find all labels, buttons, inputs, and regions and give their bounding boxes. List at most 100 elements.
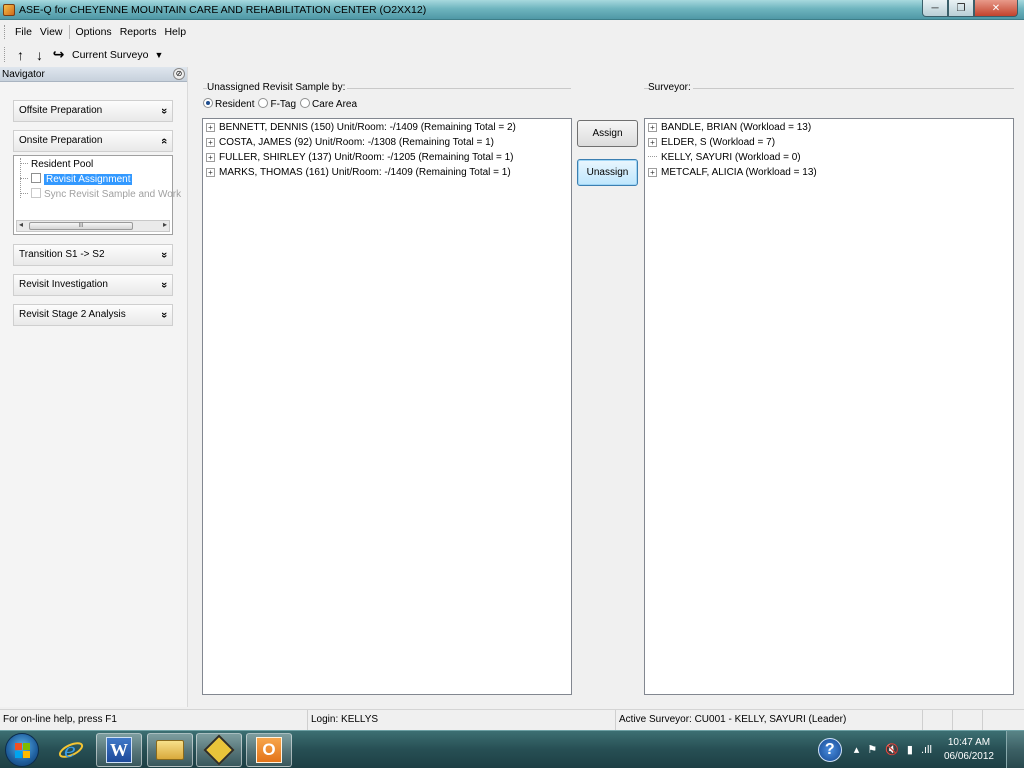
help-icon[interactable]: ? xyxy=(817,737,842,762)
explorer-icon[interactable] xyxy=(147,733,193,767)
scroll-thumb[interactable]: III xyxy=(29,222,133,230)
radio-resident[interactable] xyxy=(203,98,213,108)
expand-icon[interactable]: + xyxy=(206,138,215,147)
unassigned-residents-list[interactable]: + BENNETT, DENNIS (150) Unit/Room: -/1409… xyxy=(202,118,572,695)
network-icon[interactable]: .ıll xyxy=(921,744,932,756)
taskbar: e W O ? ▴ ⚑ 🔇 ▮ .ıll 10:47 AM 06/06/2012 xyxy=(0,730,1024,768)
list-item-label: MARKS, THOMAS (161) Unit/Room: -/1409 (R… xyxy=(219,167,511,178)
ase-icon[interactable] xyxy=(196,733,242,767)
up-arrow-icon[interactable]: ↑ xyxy=(11,45,30,64)
window-controls: ─ ❐ ✕ xyxy=(922,0,1018,17)
nav-section-onsite-preparation[interactable]: Onsite Preparation « xyxy=(13,130,173,152)
navigator-header: Navigator ⊘ xyxy=(0,67,187,82)
chevron-down-icon: » xyxy=(157,311,170,319)
scroll-right-icon[interactable]: ▸ xyxy=(163,220,167,229)
close-button[interactable]: ✕ xyxy=(974,0,1018,17)
tree-horizontal-scrollbar[interactable]: ◂ III ▸ xyxy=(16,220,170,232)
nav-section-offsite-preparation[interactable]: Offsite Preparation » xyxy=(13,100,173,122)
word-letter: W xyxy=(106,737,132,763)
radio-care-area[interactable] xyxy=(300,98,311,108)
minimize-button[interactable]: ─ xyxy=(922,0,948,17)
navigator-panel: Navigator ⊘ Offsite Preparation » Onsite… xyxy=(0,67,188,707)
expand-icon[interactable]: + xyxy=(206,168,215,177)
toolbar-grip xyxy=(4,47,7,62)
title-bar: ASE-Q for CHEYENNE MOUNTAIN CARE AND REH… xyxy=(0,0,1024,20)
sample-by-options: Resident F-Tag Care Area xyxy=(203,98,361,110)
menu-bar: File View Options Reports Help xyxy=(0,21,1024,42)
list-item[interactable]: + METCALF, ALICIA (Workload = 13) xyxy=(648,166,817,180)
ie-letter: e xyxy=(64,738,76,762)
nav-section-transition[interactable]: Transition S1 -> S2 » xyxy=(13,244,173,266)
expand-icon[interactable]: + xyxy=(648,138,657,147)
pin-icon[interactable]: ⊘ xyxy=(173,68,185,80)
menu-reports[interactable]: Reports xyxy=(116,24,161,40)
list-item[interactable]: KELLY, SAYURI (Workload = 0) xyxy=(648,151,801,165)
outlook-icon[interactable]: O xyxy=(246,733,292,767)
word-icon[interactable]: W xyxy=(96,733,142,767)
status-active-surveyor: Active Surveyor: CU001 - KELLY, SAYURI (… xyxy=(616,710,923,730)
menu-file[interactable]: File xyxy=(11,24,36,40)
tree-item-revisit-assignment[interactable]: Revisit Assignment xyxy=(20,173,133,187)
expand-icon[interactable]: + xyxy=(206,153,215,162)
list-item-label: FULLER, SHIRLEY (137) Unit/Room: -/1205 … xyxy=(219,152,514,163)
menu-options[interactable]: Options xyxy=(72,24,116,40)
list-item[interactable]: + COSTA, JAMES (92) Unit/Room: -/1308 (Re… xyxy=(206,136,494,150)
sync-revisit-checkbox[interactable] xyxy=(31,188,41,198)
power-icon[interactable]: ▮ xyxy=(907,743,913,756)
down-arrow-icon[interactable]: ↓ xyxy=(30,45,49,64)
radio-ftag[interactable] xyxy=(258,98,269,108)
current-surveyor-label[interactable]: Current Surveyo xyxy=(72,49,148,61)
nav-section-label: Offsite Preparation xyxy=(19,105,103,116)
show-desktop-button[interactable] xyxy=(1006,731,1024,768)
expand-icon[interactable]: + xyxy=(206,123,215,132)
radio-resident-option[interactable]: Resident xyxy=(203,98,254,110)
maximize-button[interactable]: ❐ xyxy=(948,0,974,17)
system-tray: ? ▴ ⚑ 🔇 ▮ .ıll 10:47 AM 06/06/2012 xyxy=(817,731,994,768)
scroll-left-icon[interactable]: ◂ xyxy=(19,220,23,229)
clock[interactable]: 10:47 AM 06/06/2012 xyxy=(944,736,994,764)
status-cell-empty xyxy=(923,710,953,730)
list-item[interactable]: + FULLER, SHIRLEY (137) Unit/Room: -/1205… xyxy=(206,151,513,165)
tray-expand-icon[interactable]: ▴ xyxy=(854,743,860,756)
nav-section-revisit-stage2[interactable]: Revisit Stage 2 Analysis » xyxy=(13,304,173,326)
menu-help[interactable]: Help xyxy=(160,24,190,40)
redo-icon[interactable]: ↪ xyxy=(49,45,68,64)
list-item-label: KELLY, SAYURI (Workload = 0) xyxy=(661,152,801,163)
expand-icon[interactable]: + xyxy=(648,168,657,177)
tree-item-resident-pool[interactable]: Resident Pool xyxy=(20,158,93,172)
list-item[interactable]: + MARKS, THOMAS (161) Unit/Room: -/1409 (… xyxy=(206,166,511,180)
outlook-letter: O xyxy=(256,737,282,763)
nav-section-revisit-investigation[interactable]: Revisit Investigation » xyxy=(13,274,173,296)
status-cell-empty xyxy=(953,710,983,730)
expand-icon[interactable]: + xyxy=(648,123,657,132)
ie-logo: e xyxy=(58,738,84,762)
chevron-down-icon[interactable]: ▼ xyxy=(154,50,163,60)
unassign-button[interactable]: Unassign xyxy=(577,159,638,186)
surveyor-list[interactable]: + BANDLE, BRIAN (Workload = 13) + ELDER, S… xyxy=(644,118,1014,695)
start-button[interactable] xyxy=(5,733,39,767)
list-item[interactable]: + BENNETT, DENNIS (150) Unit/Room: -/1409… xyxy=(206,121,516,135)
navigator-title: Navigator xyxy=(2,69,45,80)
tree-item-sync-revisit[interactable]: Sync Revisit Sample and Work xyxy=(20,188,181,202)
volume-icon[interactable]: 🔇 xyxy=(885,743,899,756)
menu-separator xyxy=(68,24,70,39)
chevron-down-icon: » xyxy=(157,251,170,259)
list-item[interactable]: + BANDLE, BRIAN (Workload = 13) xyxy=(648,121,811,135)
chevron-down-icon: » xyxy=(157,107,170,115)
list-item[interactable]: + ELDER, S (Workload = 7) xyxy=(648,136,775,150)
radio-ftag-option[interactable]: F-Tag xyxy=(258,98,296,110)
revisit-assignment-checkbox[interactable] xyxy=(31,173,41,183)
menu-view[interactable]: View xyxy=(36,24,67,40)
status-login: Login: KELLYS xyxy=(308,710,616,730)
surveyor-group-label: Surveyor: xyxy=(648,82,693,93)
list-item-label: BENNETT, DENNIS (150) Unit/Room: -/1409 … xyxy=(219,122,516,133)
ie-icon[interactable]: e xyxy=(48,733,94,767)
assign-button[interactable]: Assign xyxy=(577,120,638,147)
tree-dash xyxy=(648,156,657,157)
tree-item-label: Resident Pool xyxy=(31,159,94,170)
folder-icon xyxy=(156,740,184,760)
toolbar: ↑ ↓ ↪ Current Surveyo ▼ xyxy=(0,43,1024,66)
radio-care-area-option[interactable]: Care Area xyxy=(300,98,357,110)
tree-dash xyxy=(20,163,28,164)
action-center-icon[interactable]: ⚑ xyxy=(867,743,877,756)
